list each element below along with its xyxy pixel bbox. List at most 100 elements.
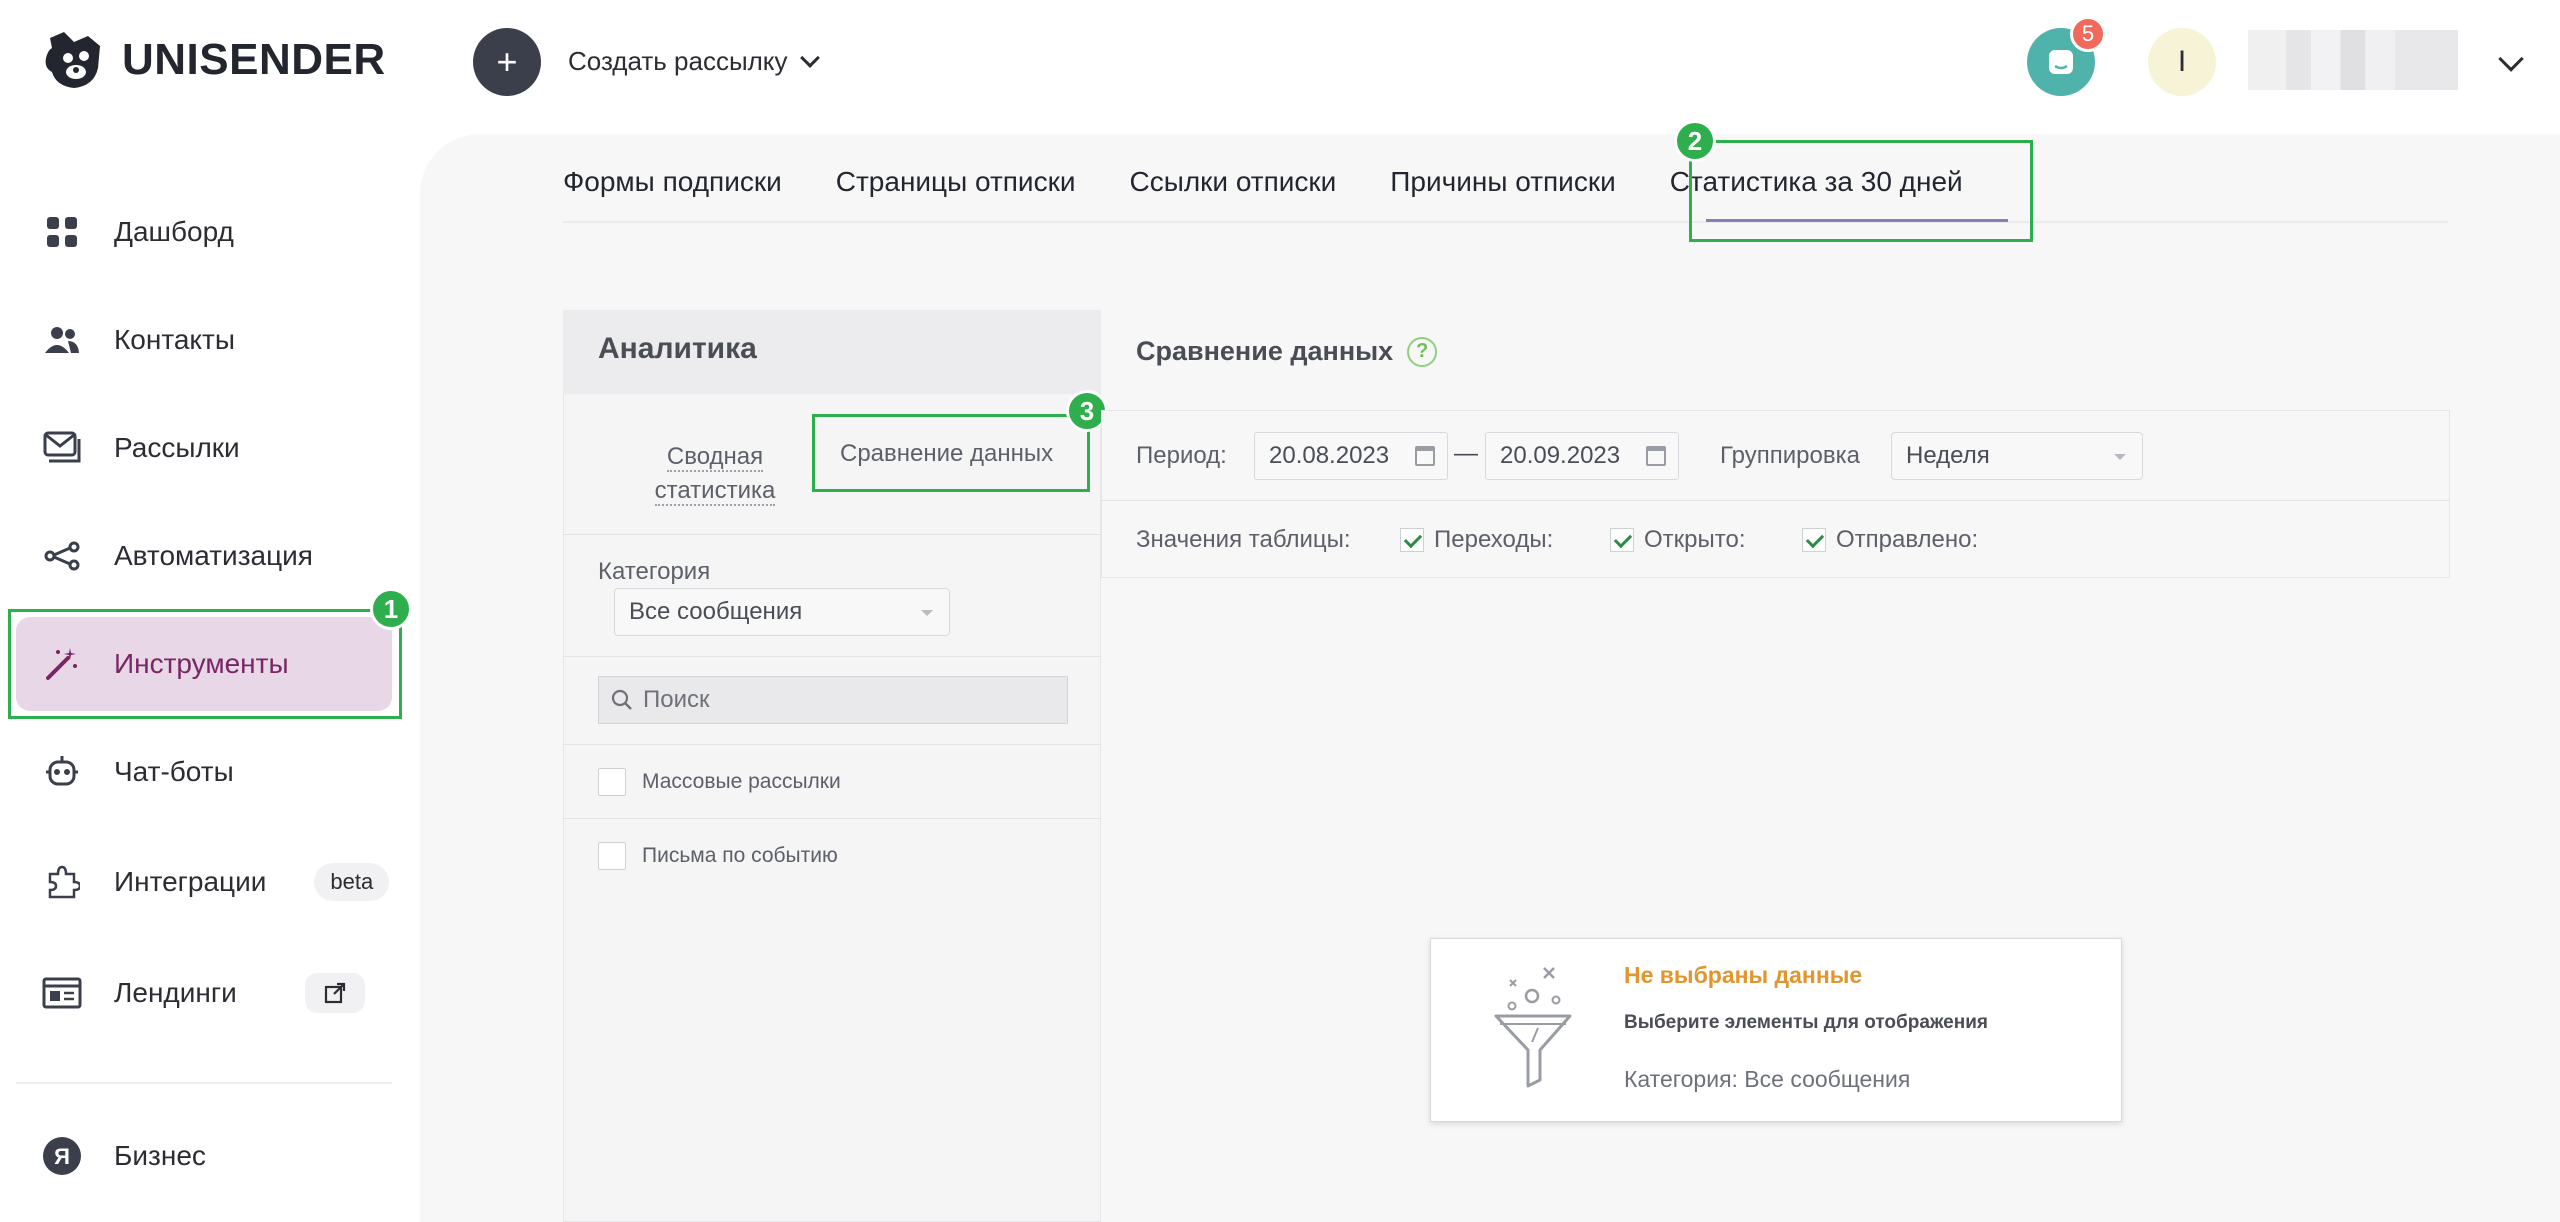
sidebar-item-integrations[interactable]: Интеграции beta — [40, 852, 390, 912]
puzzle-icon — [40, 860, 84, 904]
checkbox[interactable] — [598, 842, 626, 870]
highlight-compare-subtab — [812, 414, 1090, 492]
mail-icon — [40, 426, 84, 470]
tab-unsubscribe-reasons[interactable]: Причины отписки — [1390, 166, 1615, 198]
sidebar-item-label: Бизнес — [114, 1140, 206, 1171]
empty-state-title: Не выбраны данные — [1624, 962, 1863, 988]
user-menu-chevron-icon[interactable] — [2498, 46, 2524, 72]
date-to-input[interactable]: 20.09.2023 — [1485, 432, 1679, 480]
checkbox-checked[interactable] — [1400, 528, 1424, 552]
dashboard-icon — [40, 210, 84, 254]
tabs-divider — [563, 221, 2448, 223]
search-icon — [611, 689, 632, 710]
highlight-tools — [8, 609, 402, 719]
funnel-icon — [1494, 967, 1572, 1088]
list-item-event-emails[interactable]: Письма по событию — [598, 842, 838, 870]
category-select-value: Все сообщения — [629, 598, 803, 625]
panel-divider — [563, 744, 1101, 745]
list-item-label: Письма по событию — [642, 844, 838, 867]
create-campaign-dropdown[interactable]: Создать рассылку — [568, 46, 821, 77]
category-select[interactable]: Все сообщения — [614, 588, 950, 636]
check-label: Отправлено: — [1836, 526, 1979, 553]
analytics-title: Аналитика — [598, 332, 757, 365]
sidebar-divider — [16, 1082, 392, 1084]
sidebar-item-automation[interactable]: Автоматизация — [40, 526, 313, 586]
tab-unsubscribe-links[interactable]: Ссылки отписки — [1129, 166, 1336, 198]
date-separator: — — [1454, 440, 1478, 467]
dog-logo-icon — [45, 32, 100, 88]
step-badge-1: 1 — [370, 588, 412, 630]
brand-name: UNISENDER — [122, 35, 386, 84]
search-input[interactable]: Поиск — [598, 676, 1068, 724]
check-clicks[interactable]: Переходы: — [1400, 526, 1553, 554]
sidebar-item-label: Контакты — [114, 324, 235, 355]
robot-icon — [40, 750, 84, 794]
subtab-summary-stats[interactable]: Сводная статистика — [640, 440, 790, 508]
user-name-blurred[interactable] — [2248, 30, 2458, 90]
help-icon[interactable]: ? — [1407, 336, 1438, 367]
panel-divider — [563, 818, 1101, 819]
chat-icon — [2049, 50, 2073, 74]
sidebar-item-label: Дашборд — [114, 216, 234, 247]
sidebar-item-contacts[interactable]: Контакты — [40, 310, 235, 370]
logo[interactable]: UNISENDER — [40, 28, 386, 92]
list-item-label: Массовые рассылки — [642, 770, 841, 793]
tab-subscribe-forms[interactable]: Формы подписки — [563, 166, 782, 198]
sidebar-item-label: Интеграции — [114, 866, 267, 897]
checkbox[interactable] — [598, 768, 626, 796]
beta-badge: beta — [314, 863, 390, 901]
calendar-icon[interactable] — [1415, 446, 1435, 466]
compare-title-text: Сравнение данных — [1136, 336, 1394, 366]
create-campaign-button[interactable]: + — [473, 28, 541, 96]
create-campaign-label: Создать рассылку — [568, 46, 788, 76]
grouping-select-value: Неделя — [1906, 442, 1990, 469]
sidebar-item-chatbots[interactable]: Чат-боты — [40, 742, 234, 802]
empty-state-subtitle: Выберите элементы для отображения — [1624, 1012, 1988, 1033]
table-values-label: Значения таблицы: — [1136, 526, 1351, 553]
calendar-icon[interactable] — [1646, 446, 1666, 466]
dropdown-arrow-icon — [2114, 454, 2126, 460]
panel-divider — [563, 656, 1101, 657]
step-badge-2: 2 — [1674, 120, 1716, 162]
sidebar-item-label: Автоматизация — [114, 540, 313, 571]
check-label: Переходы: — [1434, 526, 1554, 553]
sidebar-item-label: Рассылки — [114, 432, 240, 463]
dropdown-arrow-icon — [921, 610, 933, 616]
notification-badge: 5 — [2070, 16, 2106, 52]
external-link-icon[interactable] — [304, 973, 365, 1013]
tab-unsubscribe-pages[interactable]: Страницы отписки — [836, 166, 1076, 198]
compare-title: Сравнение данных ? — [1136, 336, 1438, 367]
check-sent[interactable]: Отправлено: — [1802, 526, 1978, 554]
checkbox-checked[interactable] — [1610, 528, 1634, 552]
sidebar-item-campaigns[interactable]: Рассылки — [40, 418, 240, 478]
empty-state-category: Категория: Все сообщения — [1624, 1066, 1911, 1092]
filter-divider — [1101, 500, 2450, 501]
check-label: Открыто: — [1644, 526, 1746, 553]
date-from-input[interactable]: 20.08.2023 — [1254, 432, 1448, 480]
sidebar-item-landings[interactable]: Лендинги — [40, 963, 365, 1023]
category-label: Категория — [598, 558, 711, 585]
grouping-label: Группировка — [1720, 442, 1860, 469]
list-item-mass-campaigns[interactable]: Массовые рассылки — [598, 768, 841, 796]
chart-area — [1101, 650, 2450, 1222]
date-to-value: 20.09.2023 — [1500, 442, 1621, 469]
subtab-summary-label: Сводная статистика — [654, 443, 776, 506]
highlight-stats-tab — [1689, 140, 2033, 242]
automation-icon — [40, 534, 84, 578]
search-placeholder: Поиск — [643, 686, 710, 713]
sidebar-item-label: Лендинги — [114, 977, 237, 1008]
svg-text:Я: Я — [54, 1144, 70, 1169]
check-opened[interactable]: Открыто: — [1610, 526, 1746, 554]
plus-icon: + — [496, 41, 518, 82]
user-avatar[interactable]: I — [2148, 28, 2216, 96]
landing-icon — [40, 971, 84, 1015]
grouping-select[interactable]: Неделя — [1891, 432, 2143, 480]
sidebar-item-dashboard[interactable]: Дашборд — [40, 202, 234, 262]
sidebar-item-label: Чат-боты — [114, 756, 234, 787]
contacts-icon — [40, 318, 84, 362]
period-label: Период: — [1136, 442, 1227, 469]
chevron-down-icon — [800, 47, 821, 68]
sidebar-item-business[interactable]: Я Бизнес — [40, 1126, 206, 1186]
panel-divider — [563, 534, 1101, 535]
checkbox-checked[interactable] — [1802, 528, 1826, 552]
